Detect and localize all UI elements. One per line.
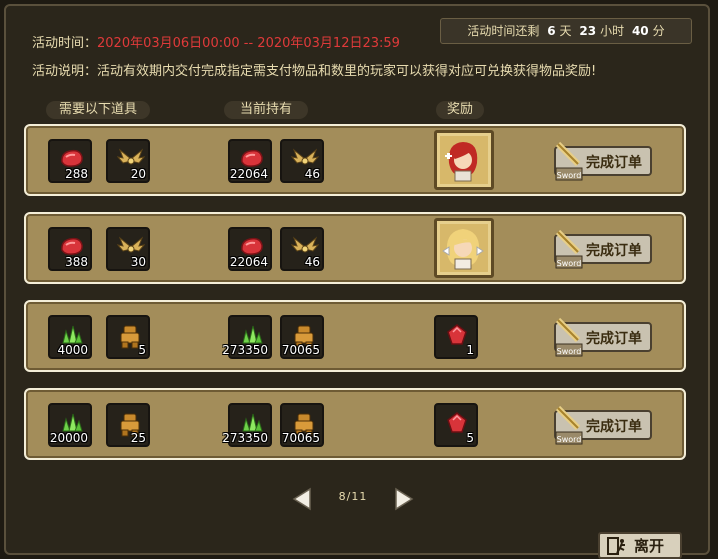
- blonde-character-portrait: [442, 229, 484, 270]
- held-count: 70065: [281, 343, 320, 357]
- event-time-label: 活动时间：: [32, 36, 98, 51]
- required-item-slot[interactable]: 20000: [48, 403, 92, 447]
- column-held: 当前持有: [224, 101, 308, 119]
- days-unit: 天: [559, 24, 572, 38]
- event-time-line: 活动时间：2020年03月06日00:00 -- 2020年03月12日23:5…: [32, 32, 400, 51]
- order-row: 288 20 22064 46 Sword 完成订单: [24, 124, 686, 196]
- red-meat-icon: [61, 149, 83, 167]
- event-time-value: 2020年03月06日00:00 -- 2020年03月12日23:59: [97, 36, 400, 51]
- remaining-hours: 23: [579, 24, 597, 38]
- order-row: 388 30 22064 46 Sword 完成订单: [24, 212, 686, 284]
- required-count: 4000: [57, 343, 88, 357]
- remaining-days: 6: [547, 24, 556, 38]
- required-count: 20000: [49, 431, 88, 445]
- required-count: 20: [130, 167, 146, 181]
- event-desc-value: 活动有效期内交付完成指定需支付物品和数里的玩家可以获得对应可兑换获得物品奖励!: [97, 64, 597, 79]
- column-reward: 奖励: [436, 101, 484, 119]
- required-item-slot[interactable]: 25: [106, 403, 150, 447]
- held-item-slot[interactable]: 22064: [228, 139, 272, 183]
- held-count: 46: [304, 167, 320, 181]
- required-item-slot[interactable]: 4000: [48, 315, 92, 359]
- complete-order-button[interactable]: Sword 完成订单: [554, 141, 652, 181]
- page-indicator: 8/11: [338, 490, 368, 503]
- complete-order-label: 完成订单: [586, 419, 642, 435]
- required-item-slot[interactable]: 30: [106, 227, 150, 271]
- held-count: 273350: [222, 343, 268, 357]
- reward-slot[interactable]: [434, 218, 494, 278]
- required-count: 30: [130, 255, 146, 269]
- held-count: 22064: [229, 167, 268, 181]
- required-item-slot[interactable]: 388: [48, 227, 92, 271]
- sword-scroll-icon: Sword: [555, 141, 583, 181]
- sword-scroll-icon: Sword: [555, 405, 583, 445]
- event-desc-label: 活动说明：: [32, 64, 98, 79]
- remaining-minutes: 40: [631, 24, 649, 38]
- held-item-slot[interactable]: 46: [280, 139, 324, 183]
- complete-order-button[interactable]: Sword 完成订单: [554, 229, 652, 269]
- remaining-label: 活动时间还剩: [467, 24, 540, 38]
- required-count: 25: [130, 431, 146, 445]
- prev-page-arrow-icon[interactable]: [290, 486, 314, 512]
- red-hair-character-portrait: [445, 142, 478, 182]
- order-row: 20000 25 273350 70065 5 Sword 完成订单: [24, 388, 686, 460]
- held-count: 273350: [222, 431, 268, 445]
- held-count: 46: [304, 255, 320, 269]
- held-count: 70065: [281, 431, 320, 445]
- complete-order-label: 完成订单: [586, 331, 642, 347]
- reward-slot[interactable]: [434, 130, 494, 190]
- leave-button[interactable]: 离开: [598, 532, 682, 559]
- required-item-slot[interactable]: 20: [106, 139, 150, 183]
- required-item-slot[interactable]: 288: [48, 139, 92, 183]
- sword-label: Sword: [557, 259, 582, 268]
- sword-label: Sword: [557, 435, 582, 444]
- event-desc-line: 活动说明：活动有效期内交付完成指定需支付物品和数里的玩家可以获得对应可兑换获得物…: [32, 60, 596, 79]
- held-item-slot[interactable]: 22064: [228, 227, 272, 271]
- minutes-unit: 分: [652, 24, 665, 38]
- column-required: 需要以下道具: [46, 101, 150, 119]
- required-count: 288: [65, 167, 88, 181]
- required-count: 388: [65, 255, 88, 269]
- sword-label: Sword: [557, 347, 582, 356]
- order-row: 4000 5 273350 70065 1 Sword 完成订单: [24, 300, 686, 372]
- sword-scroll-icon: Sword: [555, 317, 583, 357]
- sword-scroll-icon: Sword: [555, 229, 583, 269]
- reward-count: 1: [466, 343, 474, 357]
- held-item-slot[interactable]: 273350: [222, 315, 272, 359]
- leave-label: 离开: [634, 537, 665, 555]
- hours-unit: 小时: [600, 24, 625, 38]
- next-page-arrow-icon[interactable]: [392, 486, 416, 512]
- held-count: 22064: [229, 255, 268, 269]
- reward-slot[interactable]: 1: [434, 315, 478, 359]
- complete-order-button[interactable]: Sword 完成订单: [554, 317, 652, 357]
- red-meat-icon: [61, 237, 83, 255]
- held-item-slot[interactable]: 70065: [280, 315, 324, 359]
- complete-order-label: 完成订单: [586, 243, 642, 259]
- required-item-slot[interactable]: 5: [106, 315, 150, 359]
- complete-order-label: 完成订单: [586, 155, 642, 171]
- reward-slot[interactable]: 5: [434, 403, 478, 447]
- sword-label: Sword: [557, 171, 582, 180]
- held-item-slot[interactable]: 46: [280, 227, 324, 271]
- red-meat-icon: [241, 149, 263, 167]
- exit-door-icon: [607, 537, 625, 555]
- reward-count: 5: [466, 431, 474, 445]
- remaining-time-box: 活动时间还剩 6天 23 小时 40 分: [440, 18, 692, 44]
- required-count: 5: [138, 343, 146, 357]
- held-item-slot[interactable]: 273350: [222, 403, 272, 447]
- held-item-slot[interactable]: 70065: [280, 403, 324, 447]
- complete-order-button[interactable]: Sword 完成订单: [554, 405, 652, 445]
- red-meat-icon: [241, 237, 263, 255]
